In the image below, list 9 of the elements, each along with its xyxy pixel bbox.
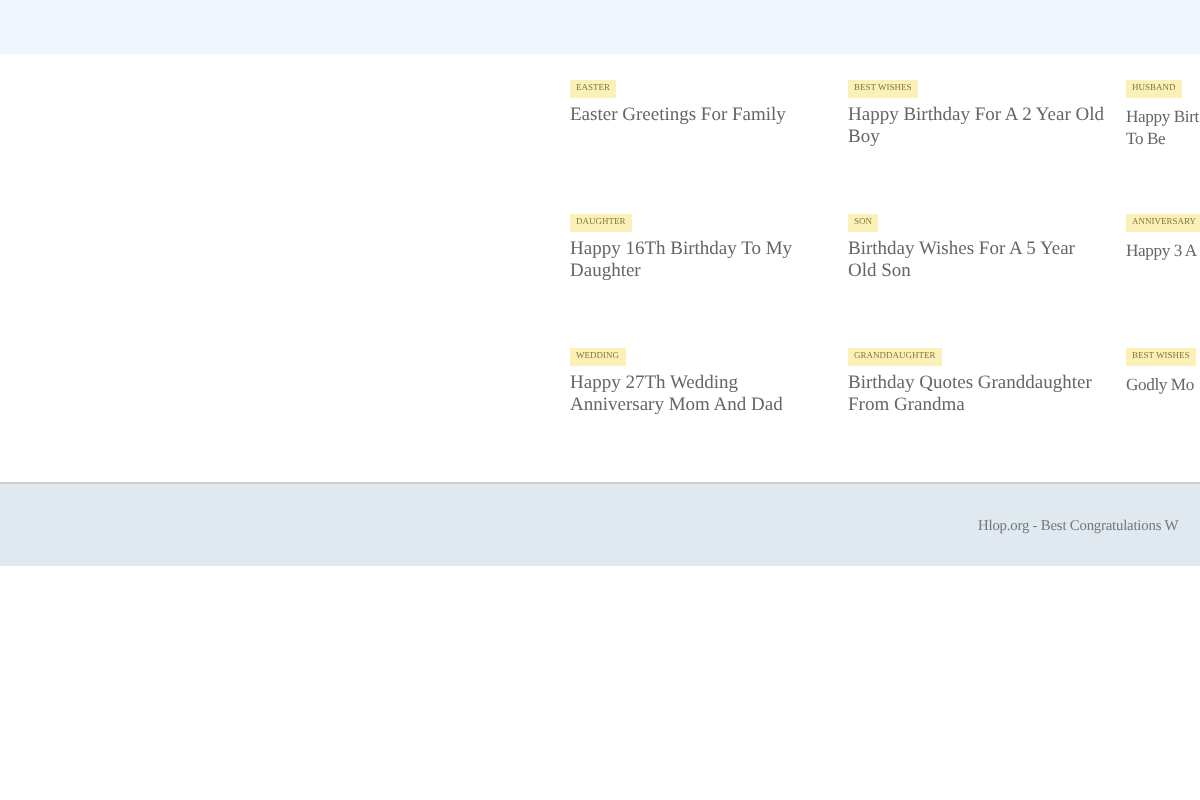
post-title-link[interactable]: Happy 27Th Wedding Anniversary Mom And Dad bbox=[570, 373, 826, 417]
post-title-link[interactable]: Happy 16Th Birthday To My Daughter bbox=[570, 239, 826, 283]
post-title-link[interactable]: Godly Mo bbox=[1126, 373, 1194, 395]
post-title-link[interactable]: Birthday Quotes Granddaughter From Grandma bbox=[848, 373, 1104, 417]
post-title-link[interactable]: Easter Greetings For Family bbox=[570, 105, 826, 127]
post-title-link[interactable]: Happy 3 A bbox=[1126, 239, 1197, 261]
post-title-link[interactable]: Happy Birt To Be bbox=[1126, 105, 1199, 149]
post-title-link[interactable]: Birthday Wishes For A 5 Year Old Son bbox=[848, 239, 1104, 283]
post-title-link[interactable]: Happy Birthday For A 2 Year Old Boy bbox=[848, 105, 1104, 149]
